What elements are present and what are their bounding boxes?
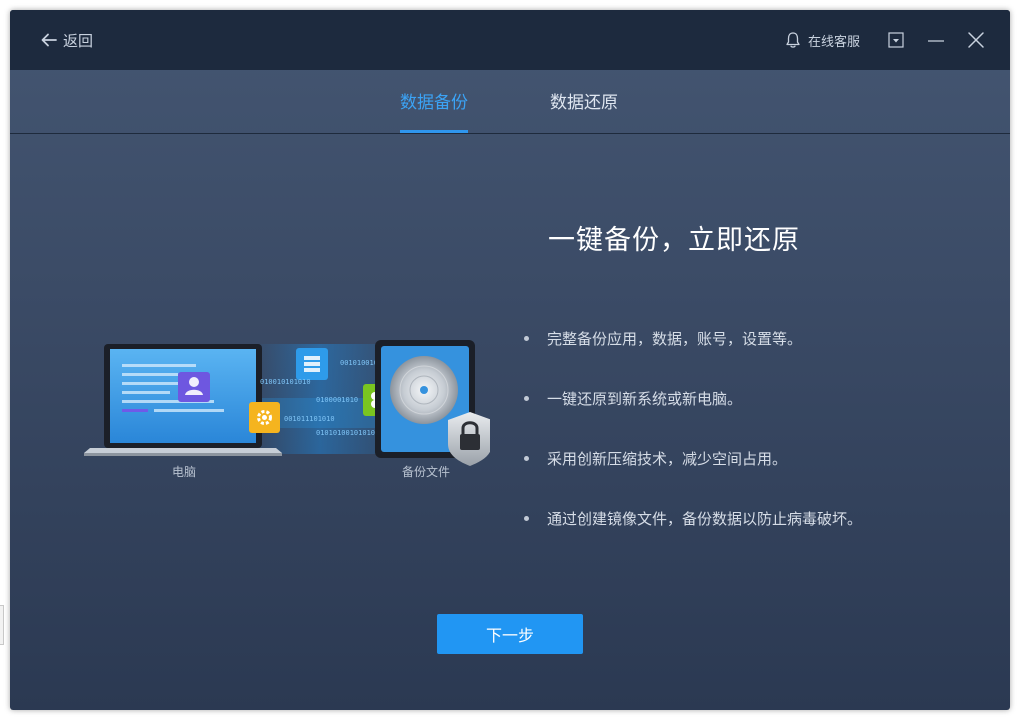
laptop-base-edge bbox=[84, 453, 282, 456]
feature-text: 一键还原到新系统或新电脑。 bbox=[547, 390, 743, 408]
active-tab-indicator bbox=[400, 130, 468, 133]
window-controls: 在线客服 bbox=[784, 10, 1010, 70]
close-button[interactable] bbox=[956, 20, 996, 60]
screen-line bbox=[154, 409, 224, 412]
minimize-icon bbox=[928, 40, 944, 42]
back-label: 返回 bbox=[63, 31, 94, 50]
app-window: 返回 在线客服 数据备份 数据还原 0010100100 01001010101… bbox=[10, 10, 1010, 710]
screen-line bbox=[122, 364, 196, 367]
feature-text: 完整备份应用，数据，账号，设置等。 bbox=[547, 330, 803, 348]
feature-item: 一键还原到新系统或新电脑。 bbox=[524, 388, 862, 448]
gear-icon-center bbox=[262, 415, 267, 420]
tab-bar: 数据备份 数据还原 bbox=[10, 70, 1010, 134]
binary-text: 01010100101010 bbox=[316, 429, 375, 437]
title-bar: 返回 在线客服 bbox=[10, 10, 1010, 70]
server-icon bbox=[304, 368, 320, 372]
server-icon bbox=[304, 356, 320, 360]
bell-icon bbox=[786, 32, 800, 48]
binary-text: 0100001010 bbox=[316, 396, 358, 404]
binary-text: 001011101010 bbox=[284, 415, 335, 423]
bullet-icon bbox=[524, 396, 529, 401]
server-icon bbox=[304, 362, 320, 366]
bullet-icon bbox=[524, 336, 529, 341]
laptop-base bbox=[84, 448, 282, 453]
computer-caption: 电脑 bbox=[172, 465, 197, 479]
feature-item: 采用创新压缩技术，减少空间占用。 bbox=[524, 448, 862, 508]
screen-line bbox=[122, 409, 148, 412]
screen-line bbox=[122, 373, 178, 376]
feature-text: 采用创新压缩技术，减少空间占用。 bbox=[547, 450, 788, 468]
bullet-icon bbox=[524, 516, 529, 521]
dropdown-menu-icon bbox=[888, 32, 904, 48]
tab-label: 数据还原 bbox=[550, 93, 618, 113]
page-headline: 一键备份，立即还原 bbox=[548, 225, 800, 256]
lock-icon bbox=[460, 434, 480, 450]
feature-item: 完整备份应用，数据，账号，设置等。 bbox=[524, 328, 862, 388]
feature-text: 通过创建镜像文件，备份数据以防止病毒破坏。 bbox=[547, 510, 863, 528]
close-icon bbox=[968, 32, 984, 48]
bullet-icon bbox=[524, 456, 529, 461]
screen-line bbox=[122, 382, 186, 385]
online-service-label: 在线客服 bbox=[807, 34, 860, 50]
user-icon bbox=[189, 377, 199, 387]
feature-list: 完整备份应用，数据，账号，设置等。 一键还原到新系统或新电脑。 采用创新压缩技术… bbox=[524, 328, 862, 568]
backup-file-caption: 备份文件 bbox=[402, 465, 451, 479]
minimize-button[interactable] bbox=[916, 20, 956, 60]
binary-text: 010010101010 bbox=[260, 378, 311, 386]
feature-item: 通过创建镜像文件，备份数据以防止病毒破坏。 bbox=[524, 508, 862, 568]
next-step-button[interactable]: 下一步 bbox=[437, 614, 583, 654]
disc-center bbox=[420, 386, 428, 394]
screen-line bbox=[122, 391, 170, 394]
tab-data-backup[interactable]: 数据备份 bbox=[400, 70, 468, 133]
arrow-left-icon bbox=[41, 33, 57, 47]
background-window-edge bbox=[0, 605, 4, 645]
back-button[interactable]: 返回 bbox=[40, 29, 93, 51]
tab-data-restore[interactable]: 数据还原 bbox=[550, 70, 618, 133]
menu-button[interactable] bbox=[876, 20, 916, 60]
online-service-button[interactable]: 在线客服 bbox=[784, 31, 860, 50]
tab-label: 数据备份 bbox=[400, 93, 468, 113]
